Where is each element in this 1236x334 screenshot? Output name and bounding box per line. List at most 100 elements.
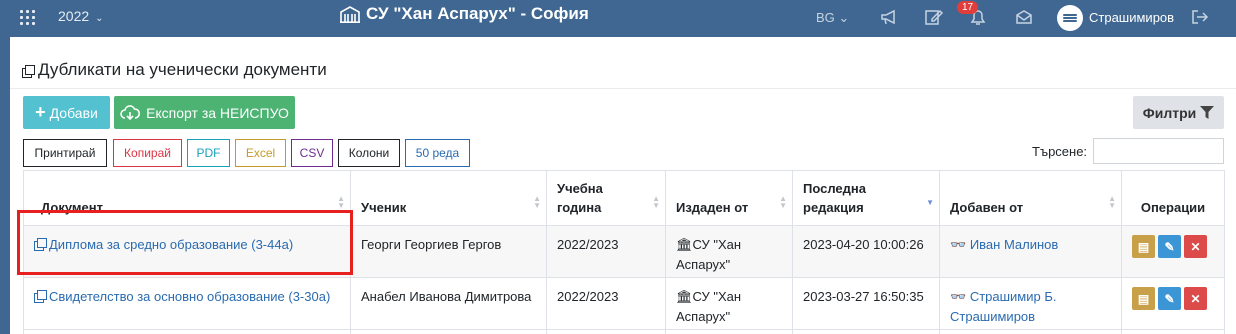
language-label: BG: [816, 10, 835, 25]
cell-student: Анабел Иванова Димитрова: [350, 277, 547, 330]
added-by-link[interactable]: 👓 Страшимир Б. Страшимиров: [950, 289, 1057, 324]
envelope-icon[interactable]: [1014, 8, 1034, 28]
cell-year: 2022/2023: [546, 277, 666, 330]
table-row: [23, 329, 1225, 334]
top-navbar: 2022 ⌄ СУ "Хан Аспарух" - София BG ⌄ 17 С…: [0, 0, 1236, 37]
cell-empty: [939, 329, 1122, 334]
add-button-label: Добави: [49, 104, 98, 121]
school-title: СУ "Хан Аспарух" - София: [340, 4, 589, 24]
sort-icon: ▲ ▼: [652, 194, 660, 210]
filters-button[interactable]: Филтри: [1133, 96, 1224, 129]
document-link[interactable]: Диплома за средно образование (3-44а): [34, 235, 293, 255]
notification-badge: 17: [957, 1, 979, 14]
excel-button[interactable]: Excel: [235, 139, 286, 167]
document-name: Диплома за средно образование (3-44а): [49, 237, 294, 252]
document-link[interactable]: Свидетелство за основно образование (3-3…: [34, 287, 330, 307]
file-pdf-icon: ▤: [1137, 291, 1150, 306]
added-by-link[interactable]: 👓 Иван Малинов: [950, 237, 1058, 252]
sort-icon: ▲ ▼: [337, 194, 345, 210]
column-header-operations: Операции: [1121, 170, 1225, 226]
cell-empty: [665, 329, 793, 334]
school-building-icon: 🏛: [676, 289, 693, 304]
cell-empty: [792, 329, 940, 334]
columns-label: Колони: [348, 146, 390, 160]
close-icon: ✕: [1190, 291, 1201, 306]
filter-icon: [1200, 106, 1215, 119]
language-selector[interactable]: BG ⌄: [816, 10, 849, 26]
column-header-issued-by[interactable]: Издаден от ▲ ▼: [665, 170, 793, 226]
header-label: Ученик: [361, 200, 407, 216]
divider: [10, 88, 1236, 89]
copy-label: Копирай: [124, 146, 171, 160]
cell-last-edit: 2023-04-20 10:00:26: [792, 225, 940, 278]
table-row: Диплома за средно образование (3-44а) Ге…: [23, 225, 1225, 278]
search-label: Търсене:: [1032, 144, 1088, 159]
column-header-last-edit[interactable]: Последна редакция ▼: [792, 170, 940, 226]
plus-icon: +: [35, 102, 46, 122]
header-label: Издаден от: [676, 200, 749, 216]
edit-icon: ✎: [1164, 291, 1175, 306]
table-row: Свидетелство за основно образование (3-3…: [23, 277, 1225, 330]
cell-student: Георги Георгиев Гергов: [350, 225, 547, 278]
page-length-button[interactable]: 50 реда: [405, 139, 470, 167]
user-name[interactable]: Страшимиров: [1089, 10, 1174, 25]
pdf-download-button[interactable]: ▤: [1132, 235, 1155, 258]
csv-label: CSV: [299, 146, 325, 160]
avatar[interactable]: [1057, 5, 1083, 31]
added-by-name: Страшимир Б. Страшимиров: [950, 289, 1057, 324]
delete-button[interactable]: ✕: [1184, 235, 1207, 258]
columns-button[interactable]: Колони: [338, 139, 400, 167]
edit-icon[interactable]: [924, 8, 944, 28]
sort-desc-icon: ▼: [926, 198, 934, 207]
logout-icon[interactable]: [1190, 8, 1210, 28]
chevron-down-icon: ⌄: [838, 10, 850, 25]
content-panel: Дубликати на ученически документи + Доба…: [10, 37, 1236, 334]
school-building-icon: [340, 6, 360, 23]
sort-icon: ▲ ▼: [533, 194, 541, 210]
page-title: Дубликати на ученически документи: [22, 60, 327, 80]
delete-button[interactable]: ✕: [1184, 287, 1207, 310]
column-header-school-year[interactable]: Учебна година ▲ ▼: [546, 170, 666, 226]
search-input[interactable]: [1093, 138, 1224, 164]
sort-icon: ▲ ▼: [779, 194, 787, 210]
school-building-icon: 🏛: [676, 237, 693, 252]
grid-icon[interactable]: [20, 10, 36, 26]
pdf-download-button[interactable]: ▤: [1132, 287, 1155, 310]
header-label: Документ: [41, 200, 103, 216]
edit-icon: ✎: [1164, 239, 1175, 254]
year-selector[interactable]: 2022 ⌄: [58, 8, 104, 24]
edit-button[interactable]: ✎: [1158, 287, 1181, 310]
column-header-added-by[interactable]: Добавен от ▲ ▼: [939, 170, 1122, 226]
pdf-button[interactable]: PDF: [187, 139, 230, 167]
cell-document: Свидетелство за основно образование (3-3…: [23, 277, 351, 330]
year-label: 2022: [58, 8, 90, 24]
megaphone-icon[interactable]: [880, 8, 900, 28]
cell-empty: [350, 329, 547, 334]
cell-added-by: 👓 Страшимир Б. Страшимиров: [939, 277, 1122, 330]
added-by-name: Иван Малинов: [969, 237, 1059, 252]
page-title-text: Дубликати на ученически документи: [38, 60, 327, 79]
excel-label: Excel: [245, 146, 276, 160]
column-header-document[interactable]: Документ ▲ ▼: [23, 170, 351, 226]
copy-icon: [22, 64, 35, 78]
cloud-download-icon: [120, 104, 141, 120]
page-length-label: 50 реда: [415, 146, 460, 160]
duplicates-table: Документ ▲ ▼ Ученик ▲ ▼ Учебна година ▲ ▼ Изда…: [23, 170, 1225, 334]
column-header-student[interactable]: Ученик ▲ ▼: [350, 170, 547, 226]
cell-operations: ▤ ✎ ✕: [1121, 225, 1225, 278]
add-button[interactable]: + Добави: [23, 96, 110, 129]
pdf-label: PDF: [196, 146, 221, 160]
cell-last-edit: 2023-03-27 16:50:35: [792, 277, 940, 330]
edit-button[interactable]: ✎: [1158, 235, 1181, 258]
header-label: Добавен от: [950, 200, 1024, 216]
cell-empty: [23, 329, 351, 334]
csv-button[interactable]: CSV: [291, 139, 333, 167]
print-label: Принтирай: [34, 146, 96, 160]
document-name: Свидетелство за основно образование (3-3…: [49, 289, 331, 304]
export-button-label: Експорт за НЕИСПУО: [146, 104, 289, 121]
school-name: СУ "Хан Аспарух" - София: [366, 4, 589, 23]
copy-icon: [34, 290, 47, 303]
print-button[interactable]: Принтирай: [23, 139, 107, 167]
copy-button[interactable]: Копирай: [113, 139, 182, 167]
export-neispuo-button[interactable]: Експорт за НЕИСПУО: [114, 96, 295, 129]
